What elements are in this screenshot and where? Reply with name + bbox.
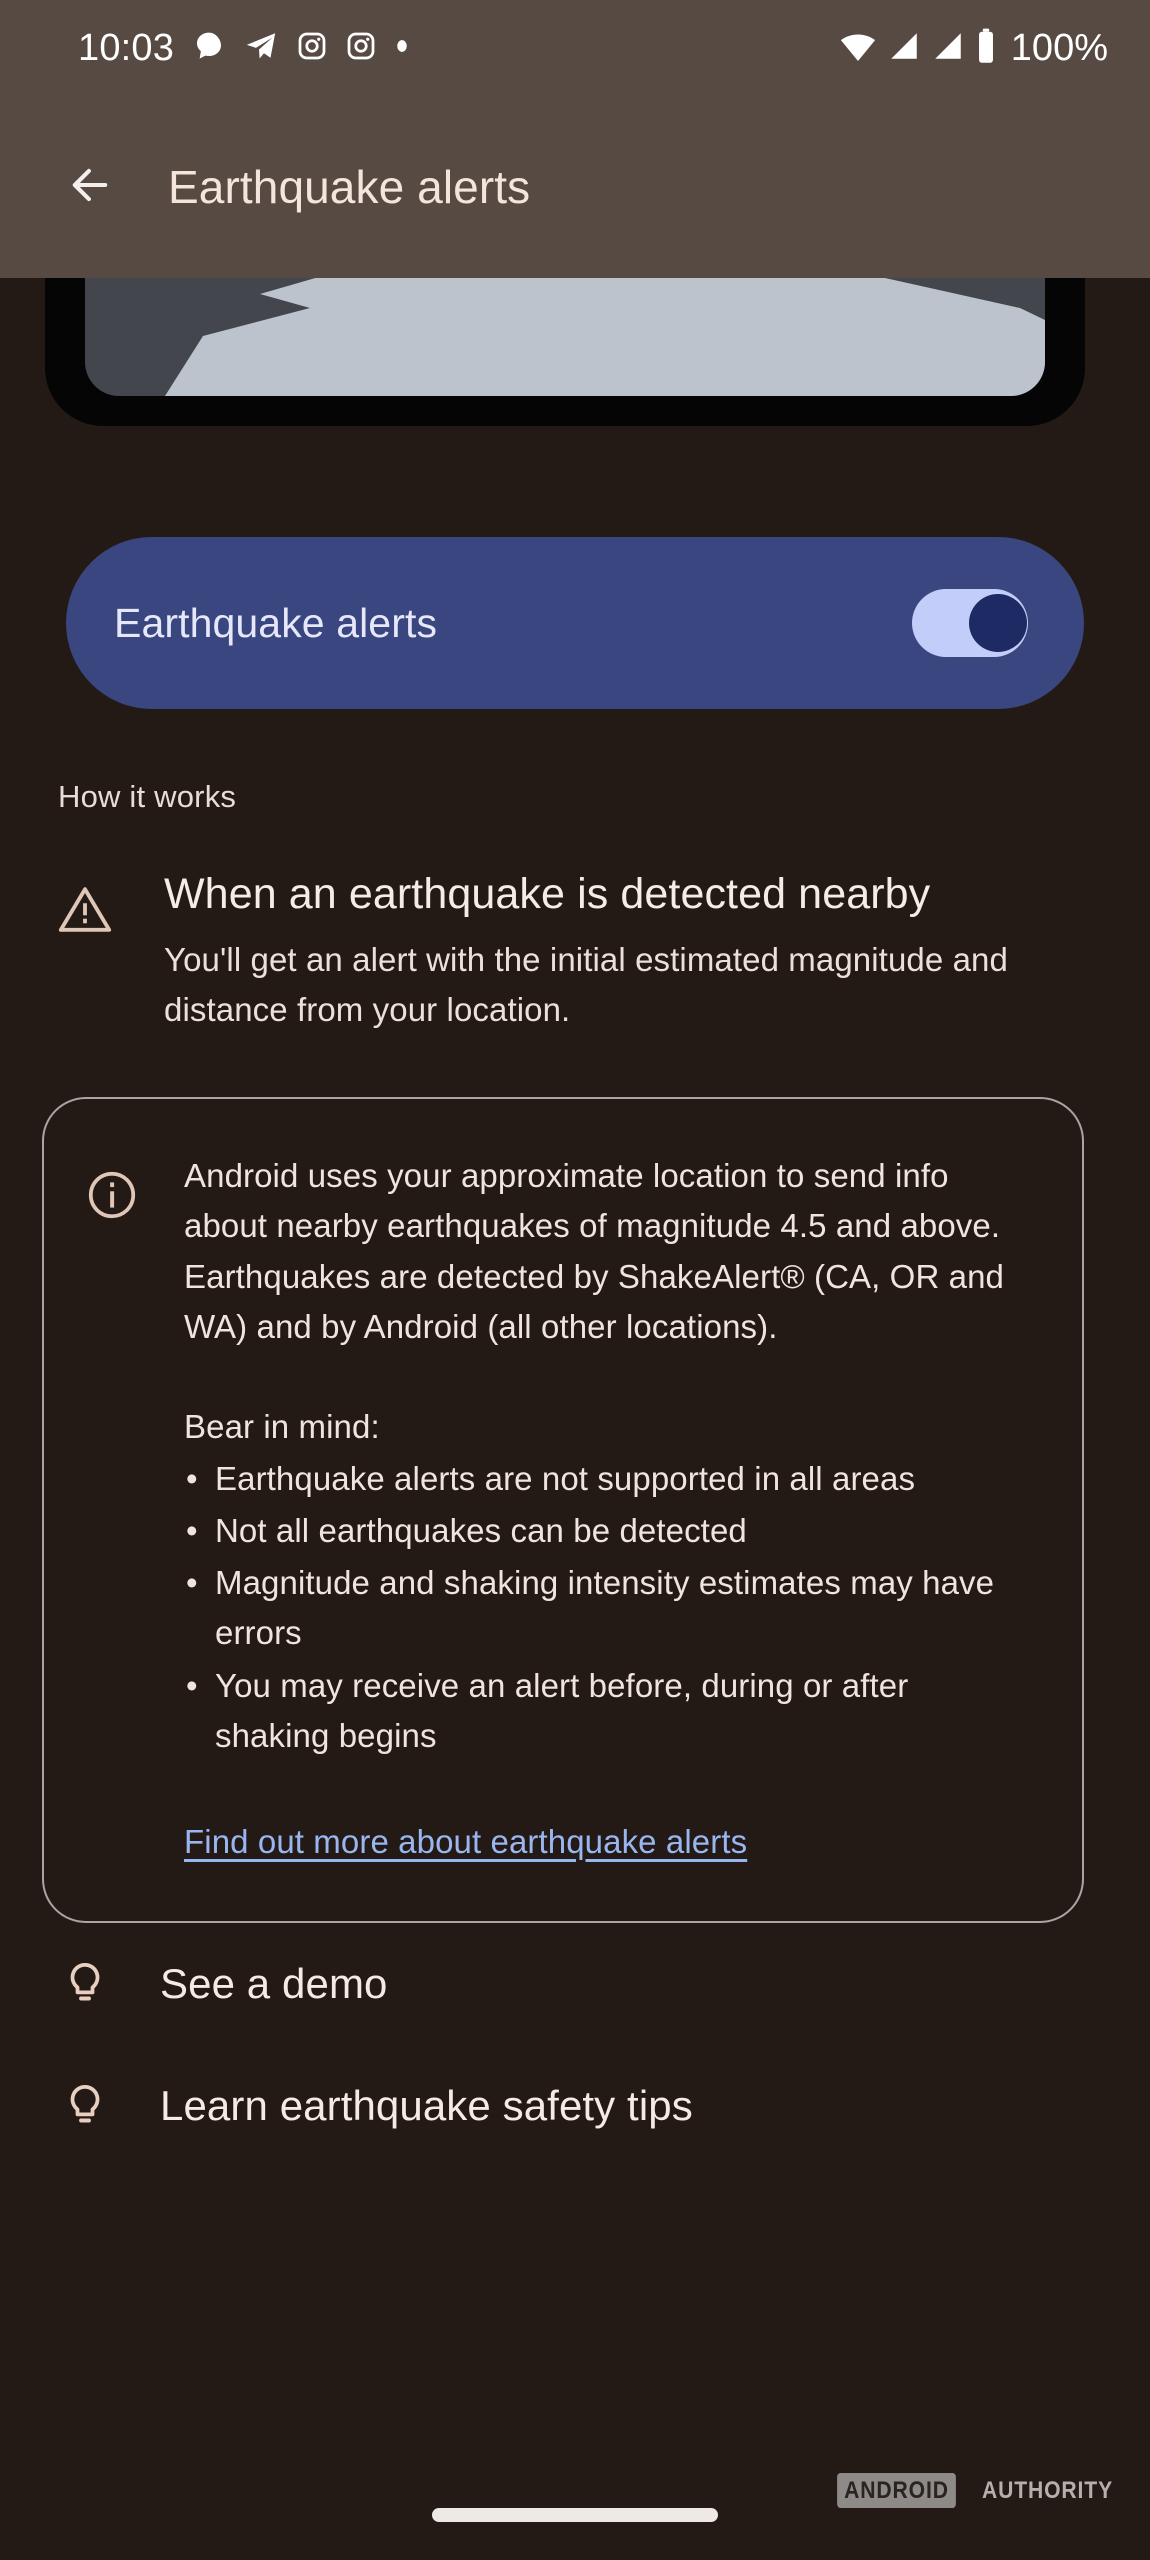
battery-full-icon: [975, 27, 997, 70]
signal-bars-icon: [931, 29, 965, 68]
app-bar: Earthquake alerts: [0, 96, 1150, 278]
back-arrow-icon: [64, 159, 116, 216]
instagram-icon: [346, 31, 376, 66]
telegram-send-icon: [244, 29, 278, 68]
status-bar: 10:03 100%: [0, 0, 1150, 96]
phone-screen-shape: [85, 278, 1045, 396]
settings-scroll-content[interactable]: Earthquake alerts How it works When an e…: [0, 278, 1150, 2560]
chat-bubble-icon: [193, 30, 225, 67]
instagram-icon: [297, 31, 327, 66]
info-circle-icon: [84, 1151, 144, 1867]
earthquake-alerts-switch[interactable]: [912, 589, 1028, 657]
status-bar-clock: 10:03: [78, 27, 175, 69]
how-it-works-body: You'll get an alert with the initial est…: [164, 940, 1008, 1029]
list-item: Earthquake alerts are not supported in a…: [184, 1454, 1014, 1504]
back-button[interactable]: [44, 141, 136, 233]
toggle-card-label: Earthquake alerts: [114, 599, 438, 646]
battery-percent-label: 100%: [1010, 27, 1108, 69]
status-bar-left: 10:03: [78, 29, 409, 68]
info-card-paragraph: Android uses your approximate location t…: [184, 1157, 1005, 1345]
watermark-text-label: AUTHORITY: [981, 2476, 1114, 2504]
section-header-how-it-works: How it works: [58, 779, 237, 814]
gesture-nav-pill[interactable]: [432, 2508, 718, 2522]
earthquake-illustration: [0, 278, 1150, 430]
android-authority-watermark: ANDROID AUTHORITY: [829, 2473, 1122, 2508]
lightbulb-icon: [60, 1959, 118, 2009]
see-a-demo-row[interactable]: See a demo: [0, 1923, 1150, 2045]
how-it-works-title: When an earthquake is detected nearby: [164, 870, 931, 918]
list-item: Not all earthquakes can be detected: [184, 1506, 1014, 1556]
wifi-icon: [839, 27, 877, 70]
learn-safety-tips-row[interactable]: Learn earthquake safety tips: [0, 2045, 1150, 2167]
notification-dot-icon: [395, 39, 409, 58]
how-it-works-text: When an earthquake is detected nearby Yo…: [164, 867, 1029, 1035]
how-it-works-item: When an earthquake is detected nearby Yo…: [0, 867, 1150, 1035]
info-card: Android uses your approximate location t…: [42, 1097, 1084, 1924]
switch-thumb: [969, 594, 1027, 652]
phone-screen: 10:03 100% Earthquake alerts Earthquake …: [0, 0, 1150, 2560]
page-title: Earthquake alerts: [168, 161, 531, 213]
status-bar-right: 100%: [839, 27, 1108, 70]
find-out-more-link[interactable]: Find out more about earthquake alerts: [184, 1817, 747, 1867]
action-label: See a demo: [160, 1960, 388, 2008]
lightbulb-icon: [60, 2081, 118, 2131]
list-item: You may receive an alert before, during …: [184, 1661, 1014, 1761]
info-card-body: Android uses your approximate location t…: [184, 1151, 1014, 1867]
watermark-box-label: ANDROID: [837, 2473, 956, 2508]
bear-in-mind-label: Bear in mind:: [184, 1407, 380, 1445]
bear-in-mind-list: Earthquake alerts are not supported in a…: [184, 1454, 1014, 1761]
list-item: Magnitude and shaking intensity estimate…: [184, 1558, 1014, 1658]
warning-triangle-icon: [56, 867, 120, 1035]
signal-bars-icon: [887, 29, 921, 68]
earthquake-crack-icon: [165, 278, 1045, 396]
earthquake-alerts-toggle-card[interactable]: Earthquake alerts: [66, 537, 1084, 709]
action-label: Learn earthquake safety tips: [160, 2082, 693, 2130]
